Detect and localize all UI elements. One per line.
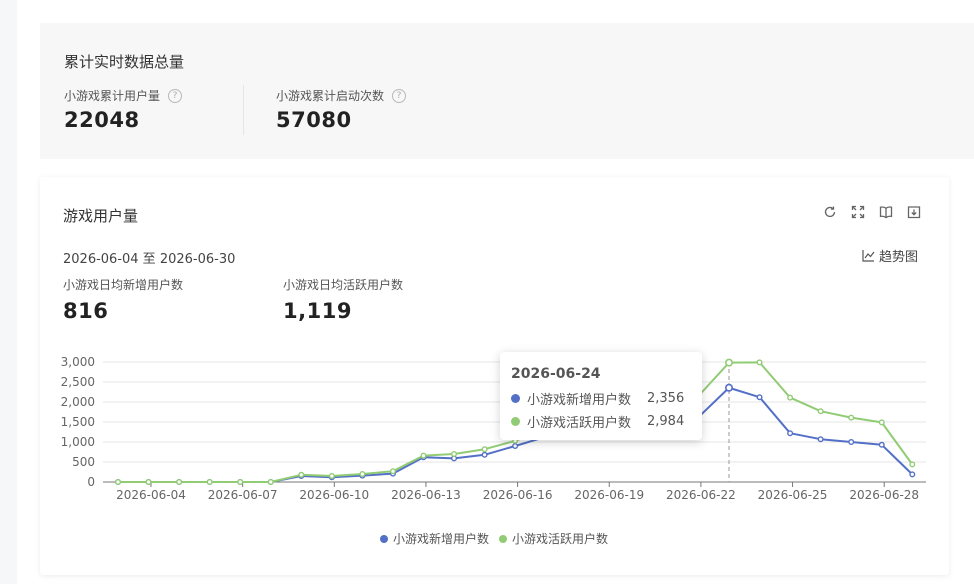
user-chart-card: 游戏用户量 2026-06-04 至 2026-06-30 趋势图 小游戏日均新… xyxy=(40,177,949,575)
kpi-label: 小游戏日均活跃用户数 xyxy=(283,278,404,292)
metric-total-launches: 小游戏累计启动次数? 57080 xyxy=(276,87,407,132)
left-background-strip xyxy=(0,0,17,584)
divider xyxy=(243,85,244,135)
refresh-icon[interactable] xyxy=(823,205,837,219)
legend-dot xyxy=(499,534,508,543)
tooltip-label: 小游戏新增用户数 xyxy=(527,393,632,408)
metric-value: 57080 xyxy=(276,108,352,132)
line-chart-icon xyxy=(862,250,875,262)
metric-value: 22048 xyxy=(64,108,140,132)
kpi-value: 1,119 xyxy=(283,299,352,323)
tooltip-row-active-users: 小游戏活跃用户数 2,984 xyxy=(511,412,684,431)
metric-total-users: 小游戏累计用户量? 22048 xyxy=(64,87,183,132)
tooltip-value: 2,984 xyxy=(647,414,685,429)
kpi-value: 816 xyxy=(63,299,109,323)
chart-tooltip: 2026-06-24 小游戏新增用户数 2,356 小游戏活跃用户数 2,984 xyxy=(500,352,702,440)
tooltip-row-new-users: 小游戏新增用户数 2,356 xyxy=(511,389,684,408)
series-color-dot xyxy=(511,394,520,403)
kpi-avg-active-users: 小游戏日均活跃用户数 1,119 xyxy=(283,276,403,323)
series-color-dot xyxy=(511,417,520,426)
metric-label: 小游戏累计用户量 xyxy=(64,89,161,103)
legend-label: 小游戏新增用户数 xyxy=(393,532,490,546)
metric-label: 小游戏累计启动次数 xyxy=(276,89,385,103)
summary-title: 累计实时数据总量 xyxy=(64,53,185,71)
legend-label: 小游戏活跃用户数 xyxy=(512,532,609,546)
date-range[interactable]: 2026-06-04 至 2026-06-30 xyxy=(63,248,235,267)
trend-label: 趋势图 xyxy=(878,250,918,265)
trend-chart-button[interactable]: 趋势图 xyxy=(862,246,918,265)
chart-legend: 小游戏新增用户数 小游戏活跃用户数 xyxy=(380,530,608,547)
tooltip-label: 小游戏活跃用户数 xyxy=(527,416,632,431)
tooltip-date: 2026-06-24 xyxy=(511,366,601,382)
legend-item-new-users[interactable]: 小游戏新增用户数 xyxy=(380,530,489,547)
download-icon[interactable] xyxy=(907,205,921,219)
tooltip-value: 2,356 xyxy=(647,391,685,406)
card-title: 游戏用户量 xyxy=(63,207,139,225)
book-icon[interactable] xyxy=(879,205,893,219)
legend-dot xyxy=(380,534,388,543)
legend-item-active-users[interactable]: 小游戏活跃用户数 xyxy=(499,530,608,547)
card-toolbar xyxy=(823,205,921,219)
kpi-label: 小游戏日均新增用户数 xyxy=(63,278,184,292)
help-icon[interactable]: ? xyxy=(168,88,183,103)
fullscreen-icon[interactable] xyxy=(851,205,865,219)
summary-panel: 累计实时数据总量 小游戏累计用户量? 22048 小游戏累计启动次数? 5708… xyxy=(40,23,974,159)
help-icon[interactable]: ? xyxy=(392,88,407,103)
kpi-avg-new-users: 小游戏日均新增用户数 816 xyxy=(63,276,183,323)
